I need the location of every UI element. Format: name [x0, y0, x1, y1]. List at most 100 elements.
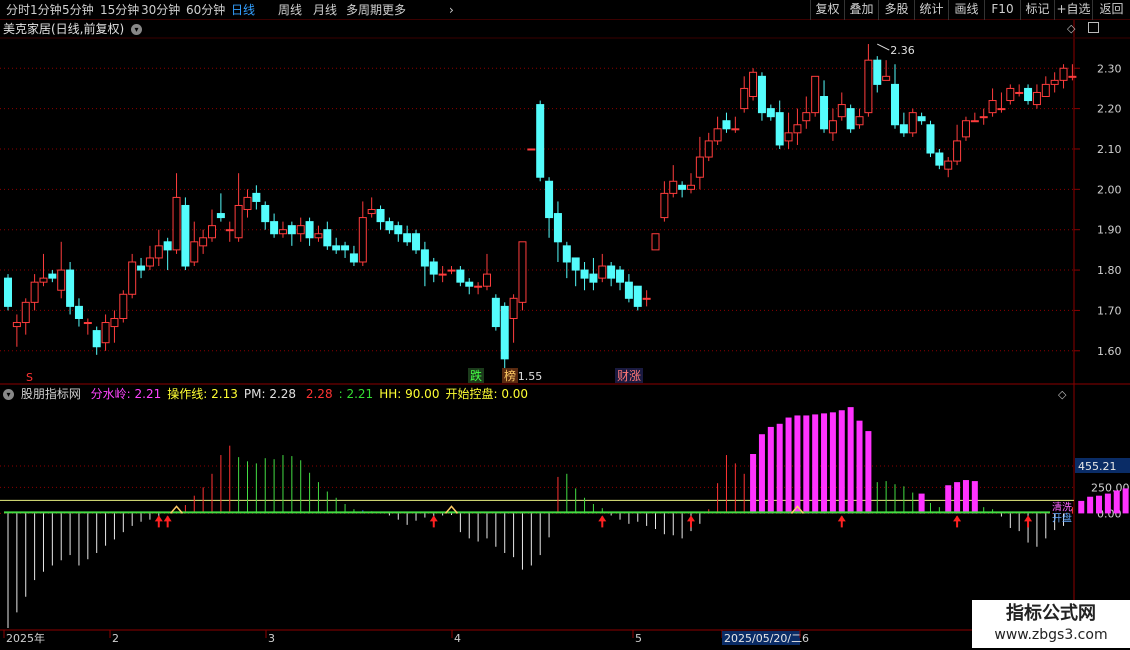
candle-body[interactable] — [651, 233, 660, 251]
candle-body[interactable] — [367, 209, 376, 215]
candle-body[interactable] — [376, 209, 385, 223]
candle-body[interactable] — [429, 261, 438, 275]
candle-body[interactable] — [323, 229, 332, 247]
candle-body[interactable] — [447, 269, 456, 272]
candle-body[interactable] — [571, 257, 580, 271]
candle-body[interactable] — [216, 213, 225, 219]
candle-body[interactable] — [261, 204, 270, 223]
candle-body[interactable] — [580, 269, 589, 279]
candle-body[interactable] — [1015, 91, 1024, 94]
chevron-down-icon[interactable]: ▾ — [3, 389, 14, 400]
candle-body[interactable] — [970, 120, 979, 123]
candle-body[interactable] — [864, 59, 873, 114]
candle-body[interactable] — [12, 322, 21, 328]
candle-body[interactable] — [39, 277, 48, 283]
candle-body[interactable] — [935, 152, 944, 166]
candle-body[interactable] — [119, 293, 128, 319]
candle-body[interactable] — [385, 221, 394, 231]
candle-body[interactable] — [793, 124, 802, 134]
candle-body[interactable] — [607, 265, 616, 279]
candle-body[interactable] — [74, 305, 83, 319]
toolbar-button-5[interactable]: F10 — [984, 0, 1020, 20]
candle-body[interactable] — [412, 233, 421, 251]
candle-body[interactable] — [199, 237, 208, 247]
candle-body[interactable] — [465, 281, 474, 287]
candle-body[interactable] — [474, 285, 483, 288]
candle-body[interactable] — [482, 273, 491, 287]
candle-body[interactable] — [314, 233, 323, 239]
toolbar-button-7[interactable]: +自选 — [1054, 0, 1092, 20]
candle-body[interactable] — [802, 112, 811, 122]
chevron-right-icon[interactable]: › — [449, 2, 454, 18]
candle-body[interactable] — [713, 128, 722, 142]
window-toggle-icon[interactable] — [1088, 22, 1099, 33]
candle-body[interactable] — [190, 241, 199, 263]
expand-icon[interactable]: ◇ — [1067, 22, 1075, 35]
candle-body[interactable] — [270, 221, 279, 235]
candle-body[interactable] — [1006, 87, 1015, 102]
candle-body[interactable] — [500, 305, 509, 360]
candle-body[interactable] — [420, 249, 429, 267]
candle-body[interactable] — [562, 245, 571, 263]
chart-canvas[interactable]: 2.30 2.20 2.10 2.00 1.90 1.80 1.70 1.60 2.36 1.55… — [0, 0, 1130, 650]
candle-body[interactable] — [358, 217, 367, 263]
candle-body[interactable] — [1068, 75, 1077, 78]
candle-body[interactable] — [678, 184, 687, 190]
candle-body[interactable] — [766, 108, 775, 118]
candle-body[interactable] — [1041, 83, 1050, 98]
candle-body[interactable] — [172, 196, 181, 251]
candle-body[interactable] — [988, 100, 997, 114]
toolbar-button-8[interactable]: 返回 — [1092, 0, 1130, 20]
candle-body[interactable] — [101, 322, 110, 344]
candle-body[interactable] — [757, 75, 766, 114]
candle-body[interactable] — [181, 204, 190, 267]
candle-body[interactable] — [4, 277, 12, 307]
candle-body[interactable] — [997, 108, 1006, 111]
candle-body[interactable] — [695, 156, 704, 178]
candle-body[interactable] — [882, 75, 891, 81]
period-tab-8[interactable]: 月线 — [313, 2, 337, 18]
candle-body[interactable] — [305, 221, 314, 239]
candle-body[interactable] — [394, 225, 403, 235]
candle-body[interactable] — [137, 265, 146, 271]
candle-body[interactable] — [686, 184, 695, 190]
candle-body[interactable] — [775, 112, 784, 146]
candle-body[interactable] — [21, 301, 30, 324]
candle-body[interactable] — [403, 233, 412, 243]
candle-body[interactable] — [669, 180, 678, 194]
candle-body[interactable] — [518, 241, 527, 303]
candle-body[interactable] — [456, 269, 465, 283]
candle-body[interactable] — [296, 225, 305, 235]
candle-body[interactable] — [961, 120, 970, 138]
period-tab-10[interactable]: 更多 — [382, 2, 406, 18]
candle-body[interactable] — [908, 112, 917, 134]
candle-body[interactable] — [225, 229, 234, 232]
candle-body[interactable] — [749, 71, 758, 98]
period-tab-5[interactable]: 60分钟 — [186, 2, 225, 18]
candle-body[interactable] — [278, 229, 287, 235]
candle-body[interactable] — [891, 83, 899, 126]
candle-body[interactable] — [704, 140, 713, 158]
candle-body[interactable] — [57, 269, 66, 291]
candle-body[interactable] — [66, 269, 75, 307]
candle-body[interactable] — [740, 87, 749, 110]
candle-body[interactable] — [48, 273, 57, 279]
candle-body[interactable] — [722, 120, 731, 130]
candle-body[interactable] — [438, 273, 447, 276]
candle-body[interactable] — [252, 192, 261, 202]
candle-body[interactable] — [828, 120, 837, 134]
candle-body[interactable] — [811, 75, 820, 114]
candle-body[interactable] — [243, 196, 252, 211]
toolbar-button-2[interactable]: 多股 — [878, 0, 914, 20]
candle-body[interactable] — [341, 245, 350, 251]
candle-body[interactable] — [944, 160, 953, 170]
toolbar-button-6[interactable]: 标记 — [1020, 0, 1054, 20]
period-tab-6[interactable]: 日线 — [231, 2, 255, 18]
candle-body[interactable] — [553, 213, 562, 243]
candle-body[interactable] — [846, 108, 855, 130]
chevron-down-icon[interactable]: ▾ — [131, 24, 143, 35]
candle-body[interactable] — [208, 225, 217, 239]
candle-body[interactable] — [527, 148, 536, 151]
candle-body[interactable] — [163, 241, 172, 251]
candle-body[interactable] — [926, 124, 935, 154]
